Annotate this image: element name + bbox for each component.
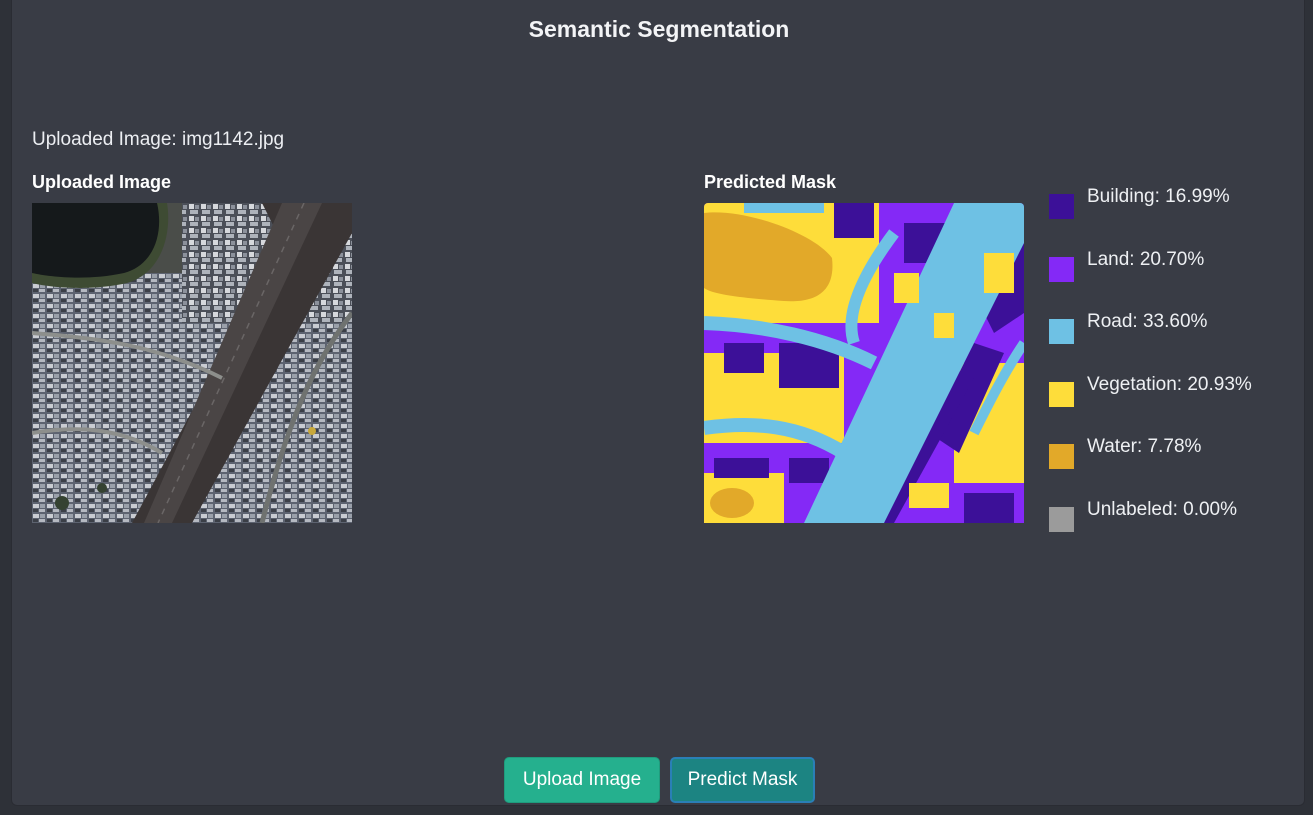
legend-label-building: Building: 16.99% [1087, 186, 1230, 207]
predict-mask-button[interactable]: Predict Mask [670, 757, 815, 803]
uploaded-satellite-image [32, 203, 352, 523]
legend-swatch-road [1049, 319, 1074, 345]
legend-label-vegetation: Vegetation: 20.93% [1087, 373, 1252, 395]
page-title: Semantic Segmentation [528, 16, 790, 42]
predicted-mask-image [704, 203, 1024, 523]
legend-swatch-water [1049, 444, 1074, 470]
legend-swatch-land [1049, 256, 1074, 282]
legend-label-water: Water: 7.78% [1087, 436, 1202, 458]
legend-label-unlabeled: Unlabeled: 0.00% [1087, 498, 1237, 520]
upload-image-button[interactable]: Upload Image [504, 757, 660, 803]
legend-label-land: Land: 20.70% [1087, 248, 1205, 270]
legend-swatch-building [1049, 194, 1074, 219]
upload-status-text: Uploaded Image: img1142.jpg [32, 129, 285, 150]
predicted-mask-label: Predicted Mask [704, 172, 837, 192]
legend-label-road: Road: 33.60% [1087, 311, 1208, 333]
main-panel: Semantic Segmentation Uploaded Image: im… [11, 0, 1305, 806]
uploaded-image-label: Uploaded Image [32, 172, 172, 192]
legend-swatch-vegetation [1049, 381, 1074, 407]
legend-swatch-unlabeled [1049, 506, 1074, 532]
